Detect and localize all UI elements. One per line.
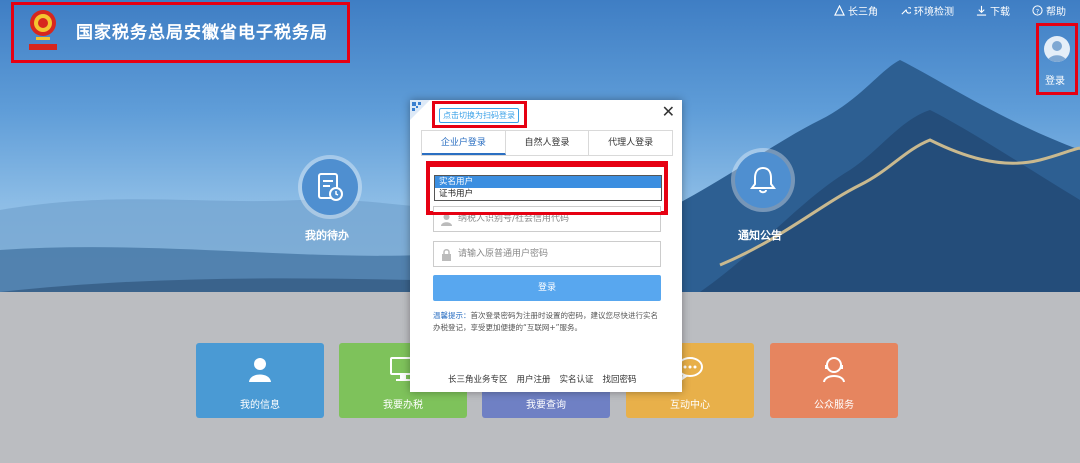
todo-document-icon: [318, 173, 343, 201]
nav-item-yangtze-delta[interactable]: 长三角: [834, 3, 878, 18]
tile-label: 我的信息: [240, 400, 280, 411]
login-label: 登录: [1045, 76, 1065, 87]
dialog-footer-links: 长三角业务专区 用户注册 实名认证 找回密码: [448, 373, 637, 385]
option-certificate-user[interactable]: 证书用户: [435, 188, 661, 200]
nav-label: 长三角: [848, 7, 878, 18]
link-register[interactable]: 用户注册: [517, 373, 551, 385]
tile-my-info[interactable]: 我的信息: [196, 343, 324, 418]
taxpayer-id-field[interactable]: [433, 206, 661, 232]
notice-button[interactable]: [731, 148, 795, 212]
svg-text:?: ?: [1036, 7, 1039, 15]
tile-label: 互动中心: [670, 400, 710, 411]
tile-public-service[interactable]: 公众服务: [770, 343, 898, 418]
tip-label: 温馨提示：: [433, 311, 471, 320]
my-todo-label: 我的待办: [305, 229, 349, 242]
nav-item-download[interactable]: 下载: [976, 3, 1010, 18]
header-login-button[interactable]: 登录: [1036, 23, 1078, 95]
wrench-icon: [901, 7, 911, 15]
service-icon: [823, 357, 845, 383]
top-nav: 长三角 环境检测 下载 ? 帮助: [834, 3, 1066, 18]
nav-label: 下载: [990, 7, 1010, 18]
download-icon: [976, 5, 987, 16]
qr-code-icon[interactable]: [410, 100, 430, 120]
tile-label: 我要查询: [526, 400, 566, 411]
option-real-name-user[interactable]: 实名用户: [435, 176, 661, 188]
link-retrieve-password[interactable]: 找回密码: [603, 373, 637, 385]
tile-label: 我要办税: [383, 400, 423, 411]
password-input[interactable]: [458, 245, 656, 263]
link-yangtze-delta-zone[interactable]: 长三角业务专区: [448, 373, 508, 385]
help-icon: ?: [1032, 5, 1043, 16]
tab-individual-login[interactable]: 自然人登录: [506, 131, 590, 155]
site-title: 国家税务总局安徽省电子税务局: [76, 23, 328, 43]
my-todo-button[interactable]: [298, 155, 362, 219]
nav-label: 帮助: [1046, 7, 1066, 18]
tab-agent-login[interactable]: 代理人登录: [589, 131, 672, 155]
bell-icon: [750, 166, 776, 194]
user-type-dropdown[interactable]: 实名用户 证书用户: [434, 175, 662, 201]
login-submit-button[interactable]: 登录: [433, 275, 661, 301]
qr-switch-link[interactable]: 点击切换为扫码登录: [439, 108, 519, 123]
login-tip: 温馨提示：首次登录密码为注册时设置的密码，建议您尽快进行实名办税登记，享受更加便…: [433, 310, 663, 334]
tab-enterprise-login[interactable]: 企业户登录: [422, 131, 506, 155]
lock-icon: [442, 249, 451, 261]
nav-item-help[interactable]: ? 帮助: [1032, 3, 1066, 18]
user-icon: [441, 214, 452, 226]
nav-item-env-check[interactable]: 环境检测: [900, 3, 954, 18]
password-field[interactable]: [433, 241, 661, 267]
triangle-icon: [834, 5, 845, 16]
nav-label: 环境检测: [914, 7, 954, 18]
tile-label: 公众服务: [814, 400, 854, 411]
login-type-tabs: 企业户登录 自然人登录 代理人登录: [421, 130, 673, 156]
link-real-name-auth[interactable]: 实名认证: [560, 373, 594, 385]
user-icon: [249, 358, 271, 382]
notice-label: 通知公告: [738, 229, 782, 242]
qr-switch-highlight: 点击切换为扫码登录: [432, 101, 527, 128]
avatar-icon: [1044, 36, 1070, 62]
close-icon[interactable]: ✕: [662, 104, 675, 120]
site-logo-area[interactable]: 国家税务总局安徽省电子税务局: [11, 2, 350, 63]
taxpayer-id-input[interactable]: [458, 210, 656, 228]
national-emblem-icon: [29, 10, 57, 50]
login-dialog: 点击切换为扫码登录 ✕ 企业户登录 自然人登录 代理人登录 实名用户 证书用户 …: [410, 100, 682, 392]
